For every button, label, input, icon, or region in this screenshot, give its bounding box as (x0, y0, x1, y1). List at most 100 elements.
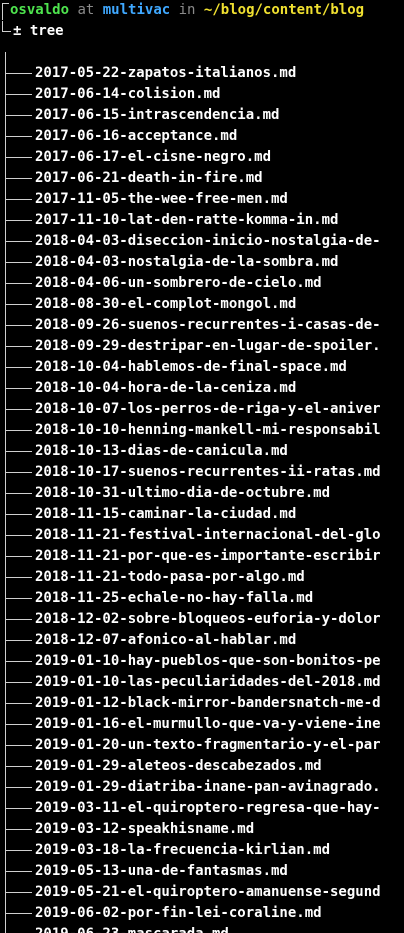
file-name: 2019-01-29-aleteos-descabezados.md (35, 758, 322, 774)
tree-item: 2019-06-02-por-fin-lei-coraline.md (0, 903, 404, 924)
file-name: 2018-11-21-todo-pasa-por-algo.md (35, 569, 305, 585)
prompt-in: in (178, 2, 196, 18)
tree-branch-connector (5, 651, 32, 672)
git-status-symbol: ± (13, 23, 22, 39)
tree-branch-connector (5, 357, 32, 378)
tree-branch-connector (5, 462, 32, 483)
file-name: 2019-06-02-por-fin-lei-coraline.md (35, 905, 322, 921)
tree-branch-connector (5, 420, 32, 441)
file-name: 2018-10-04-hora-de-la-ceniza.md (35, 380, 297, 396)
tree-item: 2018-10-31-ultimo-dia-de-octubre.md (0, 483, 404, 504)
tree-branch-connector (5, 735, 32, 756)
file-name: 2018-12-02-sobre-bloqueos-euforia-y-dolo… (35, 611, 381, 627)
tree-branch-connector (5, 882, 32, 903)
tree-branch-connector (5, 210, 32, 231)
tree-item: 2018-11-15-caminar-la-ciudad.md (0, 504, 404, 525)
file-name: 2018-11-25-echale-no-hay-falla.md (35, 590, 314, 606)
tree-item: 2017-11-10-lat-den-ratte-komma-in.md (0, 210, 404, 231)
tree-item: 2018-12-02-sobre-bloqueos-euforia-y-dolo… (0, 609, 404, 630)
tree-item: 2018-04-03-nostalgia-de-la-sombra.md (0, 252, 404, 273)
file-name: 2019-05-21-el-quiroptero-amanuense-segun… (35, 884, 381, 900)
tree-branch-connector (5, 168, 32, 189)
file-name: 2017-05-22-zapatos-italianos.md (35, 65, 297, 81)
tree-item: 2019-01-16-el-murmullo-que-va-y-viene-in… (0, 714, 404, 735)
tree-branch-connector (5, 63, 32, 84)
tree-item: 2018-08-30-el-complot-mongol.md (0, 294, 404, 315)
tree-branch-connector (5, 378, 32, 399)
tree-branch-connector (5, 294, 32, 315)
tree-branch-connector (5, 483, 32, 504)
terminal-window[interactable]: osvaldo at multivac in ~/blog/content/bl… (0, 0, 404, 933)
tree-branch-connector (5, 399, 32, 420)
file-name: 2017-06-17-el-cisne-negro.md (35, 149, 272, 165)
tree-item: 2017-11-05-the-wee-free-men.md (0, 189, 404, 210)
tree-branch-connector (5, 630, 32, 651)
prompt-user: osvaldo (10, 2, 70, 18)
tree-branch-connector (5, 567, 32, 588)
tree-branch-connector (5, 588, 32, 609)
tree-item: 2018-04-06-un-sombrero-de-cielo.md (0, 273, 404, 294)
file-name: 2018-10-07-los-perros-de-riga-y-el-anive… (35, 401, 381, 417)
tree-branch-connector (5, 105, 32, 126)
tree-branch-connector (5, 777, 32, 798)
tree-item: 2018-12-07-afonico-al-hablar.md (0, 630, 404, 651)
file-name: 2018-10-13-dias-de-canicula.md (35, 443, 288, 459)
prompt-hook (2, 21, 11, 32)
tree-item: 2019-05-21-el-quiroptero-amanuense-segun… (0, 882, 404, 903)
file-name: 2018-12-07-afonico-al-hablar.md (35, 632, 297, 648)
file-name: 2019-03-11-el-quiroptero-regresa-que-hay… (35, 800, 381, 816)
tree-branch-connector (5, 924, 32, 933)
tree-branch-connector (5, 672, 32, 693)
tree-item: 2018-10-04-hora-de-la-ceniza.md (0, 378, 404, 399)
file-name: 2017-06-21-death-in-fire.md (35, 170, 263, 186)
tree-branch-connector (5, 126, 32, 147)
file-name: 2019-01-29-diatriba-inane-pan-avinagrado… (35, 779, 381, 795)
tree-branch-connector (5, 840, 32, 861)
file-name: 2018-11-21-festival-internacional-del-gl… (35, 527, 381, 543)
tree-item: 2019-06-23-mascarada.md (0, 924, 404, 933)
tree-branch-connector (5, 903, 32, 924)
tree-item: 2018-10-10-henning-mankell-mi-responsabi… (0, 420, 404, 441)
tree-item: 2018-09-29-destripar-en-lugar-de-spoiler… (0, 336, 404, 357)
file-name: 2019-05-13-una-de-fantasmas.md (35, 863, 288, 879)
tree-item: 2018-11-21-por-que-es-importante-escribi… (0, 546, 404, 567)
file-name: 2019-01-12-black-mirror-bandersnatch-me-… (35, 695, 381, 711)
tree-branch-connector (5, 315, 32, 336)
tree-item: 2017-05-22-zapatos-italianos.md (0, 63, 404, 84)
tree-item: 2017-06-17-el-cisne-negro.md (0, 147, 404, 168)
tree-branch-connector (5, 504, 32, 525)
tree-branch-connector (5, 231, 32, 252)
tree-branch-connector (5, 84, 32, 105)
file-name: 2017-06-15-intrascendencia.md (35, 107, 280, 123)
shell-prompt: osvaldo at multivac in ~/blog/content/bl… (0, 0, 364, 21)
tree-item: 2019-01-10-las-peculiaridades-del-2018.m… (0, 672, 404, 693)
file-name: 2018-04-03-nostalgia-de-la-sombra.md (35, 254, 339, 270)
file-name: 2018-11-15-caminar-la-ciudad.md (35, 506, 297, 522)
file-name: 2018-10-17-suenos-recurrentes-ii-ratas.m… (35, 464, 381, 480)
tree-item: 2017-06-16-acceptance.md (0, 126, 404, 147)
tree-branch-connector (5, 756, 32, 777)
tree-branch-connector (5, 714, 32, 735)
tree-item: 2019-01-10-hay-pueblos-que-son-bonitos-p… (0, 651, 404, 672)
tree-item: 2018-04-03-diseccion-inicio-nostalgia-de… (0, 231, 404, 252)
prompt-host: multivac (102, 2, 171, 18)
tree-branch-connector (5, 147, 32, 168)
tree-item: 2018-10-07-los-perros-de-riga-y-el-anive… (0, 399, 404, 420)
tree-item: 2018-09-26-suenos-recurrentes-i-casas-de… (0, 315, 404, 336)
file-name: 2018-09-26-suenos-recurrentes-i-casas-de… (35, 317, 381, 333)
tree-item: 2018-10-17-suenos-recurrentes-ii-ratas.m… (0, 462, 404, 483)
tree-output: 2017-05-22-zapatos-italianos.md 2017-06-1… (0, 63, 404, 933)
tree-item: 2018-11-21-festival-internacional-del-gl… (0, 525, 404, 546)
file-name: 2017-06-16-acceptance.md (35, 128, 238, 144)
tree-branch-connector (5, 546, 32, 567)
command-line[interactable]: ± tree (0, 21, 64, 42)
tree-item: 2019-03-12-speakhisname.md (0, 819, 404, 840)
tree-branch-connector (5, 819, 32, 840)
file-name: 2017-11-10-lat-den-ratte-komma-in.md (35, 212, 339, 228)
file-name: 2019-03-18-la-frecuencia-kirlian.md (35, 842, 331, 858)
tree-item: 2019-03-18-la-frecuencia-kirlian.md (0, 840, 404, 861)
tree-item: 2019-01-29-aleteos-descabezados.md (0, 756, 404, 777)
tree-item: 2017-06-15-intrascendencia.md (0, 105, 404, 126)
command-text: tree (29, 23, 64, 39)
file-name: 2019-01-16-el-murmullo-que-va-y-viene-in… (35, 716, 381, 732)
